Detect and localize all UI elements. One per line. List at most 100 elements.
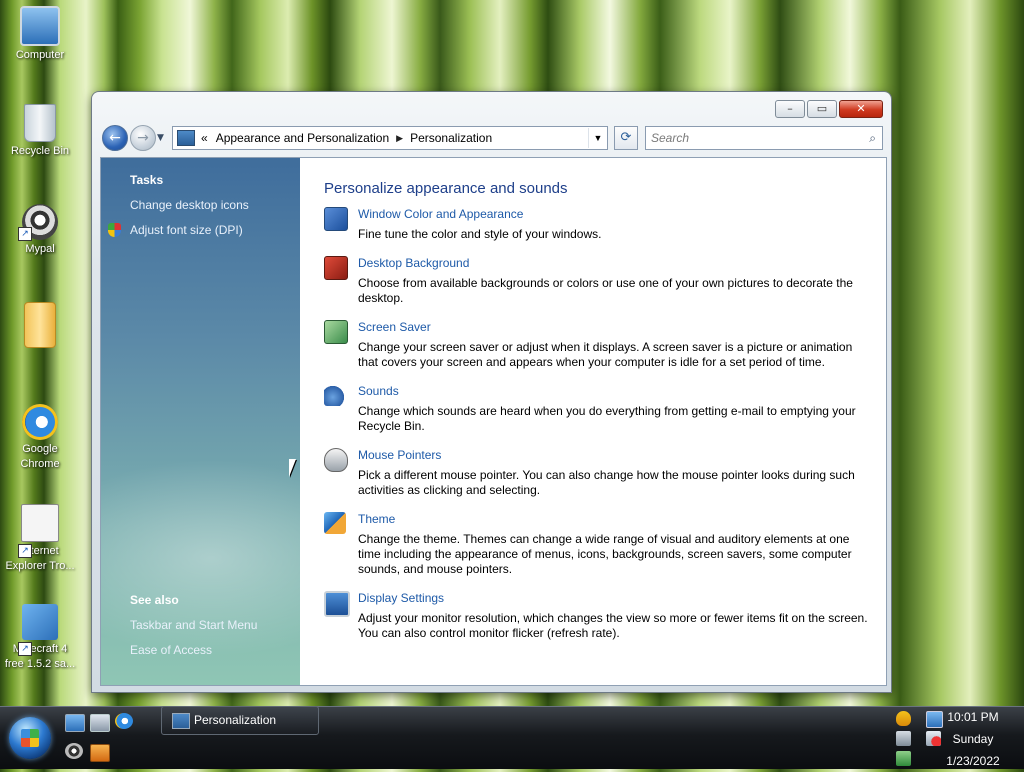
minimize-button[interactable]: –: [775, 100, 805, 118]
recycle-bin-icon: [24, 104, 56, 142]
close-button[interactable]: ✕: [839, 100, 883, 118]
show-desktop-icon[interactable]: [65, 714, 85, 732]
folder-icon: [24, 302, 56, 348]
mouse-cursor-icon: [289, 459, 296, 477]
mouse-pointers-desc: Pick a different mouse pointer. You can …: [358, 468, 855, 497]
desktop-icon-internet-explorer[interactable]: ↗ Internet Explorer Tro...: [0, 504, 80, 574]
desktop-icon-label: Minecraft 4 free 1.5.2 sa...: [4, 643, 76, 670]
maximize-button[interactable]: ▭: [807, 100, 837, 118]
display-settings-link[interactable]: Display Settings: [358, 591, 869, 606]
desktop-icon-label: Computer: [15, 49, 65, 61]
theme-link[interactable]: Theme: [358, 512, 869, 527]
item-display-settings: Display Settings Adjust your monitor res…: [324, 591, 869, 641]
item-desktop-background: Desktop Background Choose from available…: [324, 256, 869, 320]
task-change-desktop-icons[interactable]: Change desktop icons: [130, 198, 249, 212]
sounds-desc: Change which sounds are heard when you d…: [358, 404, 856, 433]
task-adjust-font-size[interactable]: Adjust font size (DPI): [130, 223, 243, 237]
breadcrumb-separator-icon[interactable]: ▶: [396, 133, 403, 144]
address-overflow[interactable]: «: [201, 131, 208, 145]
theme-icon: [324, 512, 346, 534]
screen-saver-icon: [324, 320, 348, 344]
window-color-icon: [324, 207, 348, 231]
desktop-icon-label: Recycle Bin: [10, 145, 70, 157]
task-pane: Tasks Change desktop icons Adjust font s…: [101, 158, 300, 685]
content-area: Tasks Change desktop icons Adjust font s…: [100, 157, 887, 686]
clock-time: 10:01 PM: [947, 710, 999, 724]
item-mouse-pointers: Mouse Pointers Pick a different mouse po…: [324, 448, 869, 512]
ie-icon: [22, 404, 58, 440]
window-controls: – ▭ ✕: [775, 100, 883, 118]
navigation-bar: ← → ▼ « Appearance and Personalization ▶…: [100, 125, 883, 151]
control-panel-icon: [172, 713, 190, 729]
ie-icon[interactable]: [115, 713, 133, 729]
back-arrow-icon: ←: [109, 130, 121, 146]
sounds-link[interactable]: Sounds: [358, 384, 869, 399]
item-window-color: Window Color and Appearance Fine tune th…: [324, 207, 869, 256]
network-icon: [22, 604, 58, 640]
desktop-icon-mypal[interactable]: ↗ Mypal: [0, 204, 80, 257]
switch-windows-icon[interactable]: [90, 714, 110, 732]
hardware-icon[interactable]: [896, 731, 911, 746]
recent-pages-dropdown[interactable]: ▼: [157, 133, 164, 143]
see-also-heading: See also: [130, 593, 179, 607]
computer-icon: [20, 6, 60, 46]
item-screen-saver: Screen Saver Change your screen saver or…: [324, 320, 869, 384]
search-icon[interactable]: ⌕: [869, 131, 876, 146]
desktop-icon-folder[interactable]: [0, 302, 80, 350]
forward-arrow-icon: →: [137, 130, 149, 146]
window-color-link[interactable]: Window Color and Appearance: [358, 207, 869, 222]
mypal-icon: [21, 504, 59, 542]
search-box[interactable]: Search ⌕: [645, 126, 883, 150]
refresh-button[interactable]: ⟳: [614, 126, 638, 150]
personalization-window: – ▭ ✕ ← → ▼ « Appearance and Personaliza…: [92, 92, 891, 692]
control-panel-icon: [177, 130, 195, 146]
desktop-icon-google-chrome[interactable]: Google Chrome: [0, 404, 80, 472]
refresh-icon: ⟳: [620, 130, 632, 145]
address-bar[interactable]: « Appearance and Personalization ▶ Perso…: [172, 126, 608, 150]
shortcut-arrow-icon: ↗: [18, 227, 32, 241]
shortcut-arrow-icon: ↗: [18, 642, 32, 656]
media-player-icon[interactable]: [90, 744, 110, 762]
mouse-pointers-link[interactable]: Mouse Pointers: [358, 448, 869, 463]
shortcut-arrow-icon: ↗: [18, 544, 32, 558]
display-settings-icon: [324, 591, 350, 617]
address-dropdown-icon[interactable]: ▼: [588, 128, 607, 148]
item-theme: Theme Change the theme. Themes can chang…: [324, 512, 869, 591]
desktop-icon-minecraft[interactable]: ↗ Minecraft 4 free 1.5.2 sa...: [0, 604, 80, 672]
windows-logo-icon: [21, 729, 39, 747]
taskbar-button-label: Personalization: [194, 713, 277, 727]
page-title: Personalize appearance and sounds: [324, 180, 568, 197]
taskbar: [0, 706, 1024, 769]
security-shield-icon[interactable]: [896, 711, 911, 726]
breadcrumb-appearance[interactable]: Appearance and Personalization: [216, 131, 389, 145]
main-pane: Personalize appearance and sounds Window…: [324, 180, 869, 641]
desktop-background-desc: Choose from available backgrounds or col…: [358, 276, 853, 305]
screen-saver-link[interactable]: Screen Saver: [358, 320, 869, 335]
desktop-icon-recycle-bin[interactable]: Recycle Bin: [0, 104, 80, 159]
mypal-icon[interactable]: [65, 743, 83, 759]
taskbar-button-personalization[interactable]: Personalization: [161, 706, 319, 735]
back-button[interactable]: ←: [102, 125, 128, 151]
breadcrumb-personalization[interactable]: Personalization: [410, 131, 492, 145]
tasks-heading: Tasks: [130, 173, 164, 187]
window-color-desc: Fine tune the color and style of your wi…: [358, 227, 602, 241]
power-icon[interactable]: [896, 751, 911, 766]
desktop-background-icon: [324, 256, 348, 280]
system-clock[interactable]: 10:01 PM Sunday 1/23/2022: [928, 706, 1018, 768]
clock-day: Sunday: [952, 732, 994, 746]
mouse-pointer-icon: [324, 448, 348, 472]
desktop-icon-label: Google Chrome: [20, 443, 60, 470]
desktop-icon-computer[interactable]: Computer: [0, 6, 80, 63]
desktop-background-link[interactable]: Desktop Background: [358, 256, 869, 271]
search-input[interactable]: Search: [651, 131, 689, 145]
theme-desc: Change the theme. Themes can change a wi…: [358, 532, 852, 576]
see-also-ease-of-access[interactable]: Ease of Access: [130, 643, 212, 657]
see-also-taskbar-start-menu[interactable]: Taskbar and Start Menu: [130, 618, 257, 632]
item-sounds: Sounds Change which sounds are heard whe…: [324, 384, 869, 448]
display-settings-desc: Adjust your monitor resolution, which ch…: [358, 611, 868, 640]
sounds-icon: [324, 384, 346, 406]
uac-shield-icon: [108, 223, 121, 237]
clock-date: 1/23/2022: [946, 754, 1000, 768]
forward-button[interactable]: →: [130, 125, 156, 151]
start-button[interactable]: [9, 717, 51, 759]
